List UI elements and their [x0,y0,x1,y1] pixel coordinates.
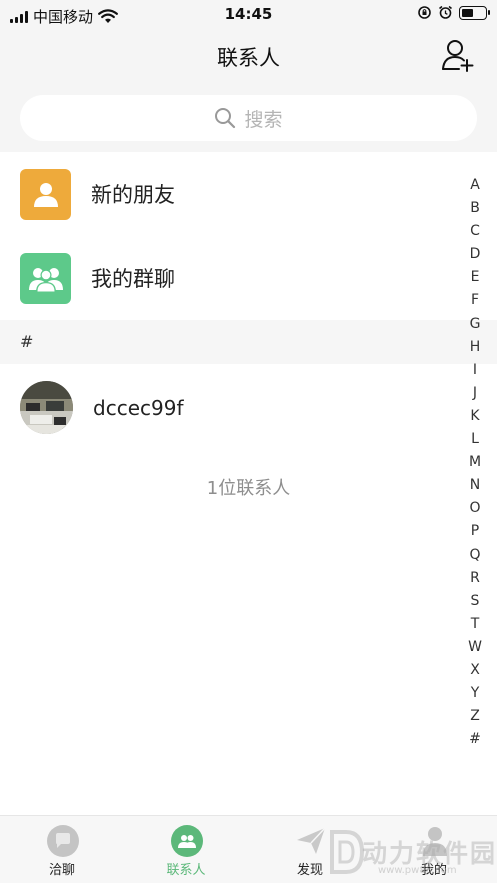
contacts-icon [171,825,203,857]
index-letter[interactable]: O [469,497,480,520]
index-letter[interactable]: T [471,613,480,636]
tab-bar: 洽聊 联系人 发现 我的 [0,815,497,883]
battery-fill [462,8,473,17]
group-chat-icon [20,252,71,304]
tab-contacts-label: 联系人 [166,863,206,878]
section-letter: # [20,332,34,351]
tab-profile-label: 我的 [420,863,447,878]
group-chats-label: 我的群聊 [91,267,175,291]
alarm-icon [439,5,452,19]
index-letter[interactable]: N [470,474,480,497]
new-friends-item[interactable]: 新的朋友 [0,152,460,236]
index-letter[interactable]: F [471,289,479,312]
add-contact-icon[interactable] [441,38,475,72]
index-letter[interactable]: I [473,359,477,382]
orientation-lock-icon [418,6,431,19]
index-letter[interactable]: M [469,451,481,474]
alphabet-index[interactable]: A B C D E F G H I J K L M N O P Q R S T W X Y Z # [466,174,484,751]
search-placeholder: 搜索 [244,108,283,131]
section-header: # [0,320,497,364]
chat-icon [47,825,79,857]
status-bar: 中国移动 14:45 [0,0,497,30]
avatar [20,381,73,434]
search-input[interactable]: 搜索 [20,95,477,141]
status-right [417,5,490,20]
tab-discover[interactable]: 发现 [248,816,372,883]
search-icon [215,108,236,129]
tab-profile[interactable]: 我的 [372,816,496,883]
index-letter[interactable]: D [470,243,481,266]
index-letter[interactable]: S [471,590,480,613]
search-area: 搜索 [0,82,497,152]
index-letter[interactable]: # [469,728,481,751]
index-letter[interactable]: B [470,197,480,220]
index-letter[interactable]: R [470,567,480,590]
index-letter[interactable]: J [473,382,477,405]
new-friend-icon [20,168,71,220]
index-letter[interactable]: W [468,636,482,659]
index-letter[interactable]: G [470,313,481,336]
index-letter[interactable]: L [471,428,479,451]
nav-bar: 联系人 [0,30,497,82]
index-letter[interactable]: H [470,336,481,359]
contact-name: dccec99f [93,396,184,420]
tab-chat-label: 洽聊 [48,863,75,878]
discover-icon [297,827,326,854]
index-letter[interactable]: Z [470,705,480,728]
index-letter[interactable]: Y [471,682,480,705]
index-letter[interactable]: K [470,405,479,428]
index-letter[interactable]: E [471,266,480,289]
index-letter[interactable]: P [471,520,479,543]
profile-icon [423,827,447,856]
index-letter[interactable]: A [470,174,480,197]
contact-count: 1位联系人 [206,478,291,499]
index-letter[interactable]: X [470,659,480,682]
battery-icon [459,5,490,20]
tab-contacts[interactable]: 联系人 [124,816,248,883]
tab-discover-label: 发现 [296,863,323,878]
tab-chat[interactable]: 洽聊 [0,816,124,883]
index-letter[interactable]: Q [469,544,480,567]
page-title: 联系人 [217,46,280,70]
index-letter[interactable]: C [470,220,480,243]
group-chats-item[interactable]: 我的群聊 [0,236,460,320]
new-friends-label: 新的朋友 [91,183,175,207]
